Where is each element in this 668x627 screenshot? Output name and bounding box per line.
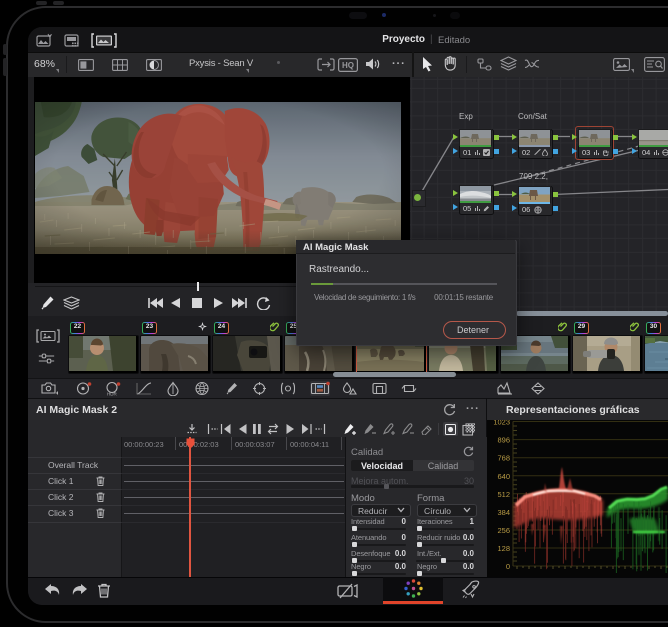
svg-text:896: 896 [497,436,510,445]
svg-text:128: 128 [497,544,510,553]
svg-text:512: 512 [497,490,510,499]
svg-text:0: 0 [506,562,510,571]
svg-text:384: 384 [497,508,510,517]
svg-text:640: 640 [497,472,510,481]
svg-text:256: 256 [497,526,510,535]
svg-text:1023: 1023 [493,420,510,427]
svg-text:HDR: HDR [107,392,117,397]
svg-text:768: 768 [497,454,510,463]
svg-text:HQ: HQ [342,61,354,70]
